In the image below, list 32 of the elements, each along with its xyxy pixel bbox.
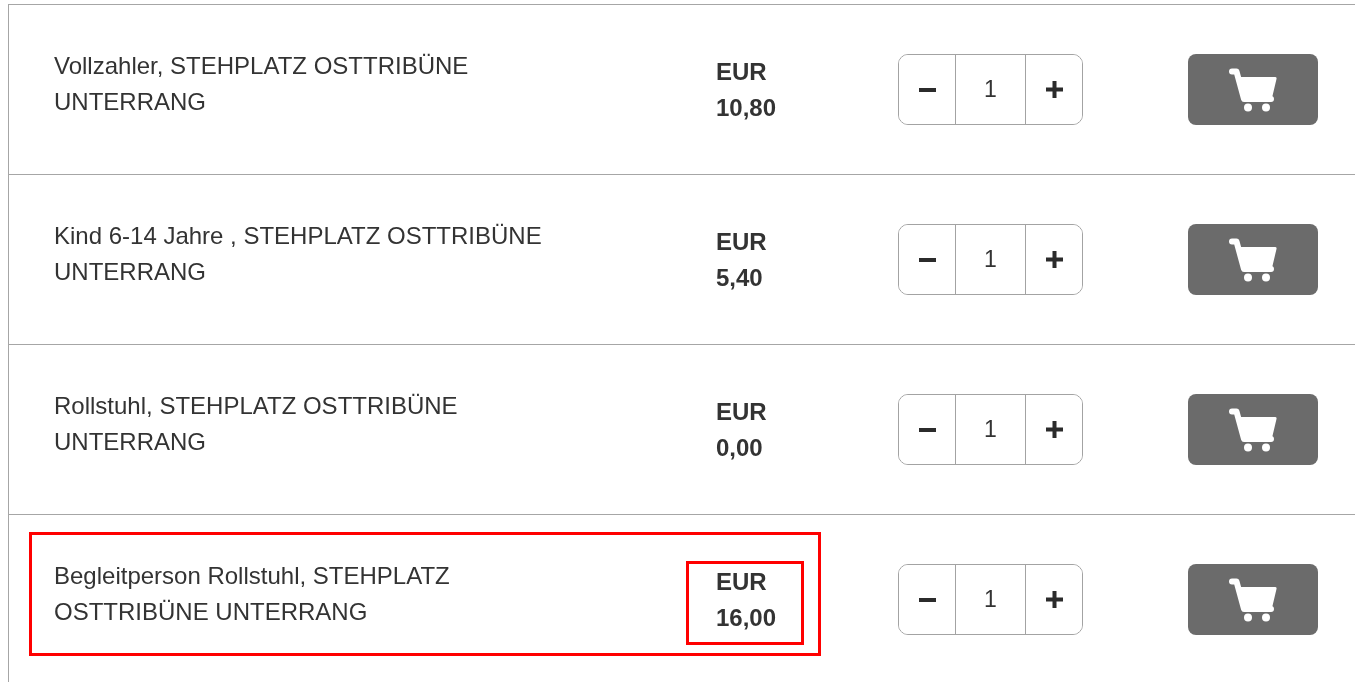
- quantity-stepper[interactable]: 1: [898, 394, 1083, 465]
- plus-icon: [1045, 81, 1063, 98]
- minus-icon: [918, 87, 936, 92]
- add-to-cart-button[interactable]: [1188, 224, 1318, 295]
- ticket-description: Rollstuhl, STEHPLATZ OSTTRIBÜNE UNTERRANG: [54, 390, 459, 457]
- price-text: EUR 0,00: [716, 396, 767, 463]
- quantity-field[interactable]: 1: [955, 225, 1026, 294]
- add-to-cart-button[interactable]: [1188, 564, 1318, 635]
- add-to-cart-button[interactable]: [1188, 54, 1318, 125]
- price-text: EUR 16,00: [716, 566, 777, 633]
- quantity-stepper[interactable]: 1: [898, 564, 1083, 635]
- price-text: EUR 10,80: [716, 56, 777, 123]
- ticket-description: Begleitperson Rollstuhl, STEHPLATZ OSTTRIBÜNE UNTERRANG: [54, 560, 451, 627]
- minus-icon: [918, 257, 936, 262]
- minus-icon: [918, 597, 936, 602]
- cart-icon: [1229, 237, 1277, 282]
- quantity-stepper[interactable]: 1: [898, 54, 1083, 125]
- cart-icon: [1229, 67, 1277, 112]
- quantity-field[interactable]: 1: [955, 395, 1026, 464]
- plus-icon: [1045, 251, 1063, 268]
- quantity-field[interactable]: 1: [955, 55, 1026, 124]
- ticket-description: Vollzahler, STEHPLATZ OSTTRIBÜNE UNTERRANG: [54, 50, 470, 117]
- ticket-description: Kind 6-14 Jahre , STEHPLATZ OSTTRIBÜNE UNTERRANG: [54, 220, 543, 287]
- add-to-cart-button[interactable]: [1188, 394, 1318, 465]
- cart-icon: [1229, 407, 1277, 452]
- plus-icon: [1045, 421, 1063, 438]
- plus-icon: [1045, 591, 1063, 608]
- price-text: EUR 5,40: [716, 226, 767, 293]
- quantity-field[interactable]: 1: [955, 565, 1026, 634]
- quantity-stepper[interactable]: 1: [898, 224, 1083, 295]
- cart-icon: [1229, 577, 1277, 622]
- minus-icon: [918, 427, 936, 432]
